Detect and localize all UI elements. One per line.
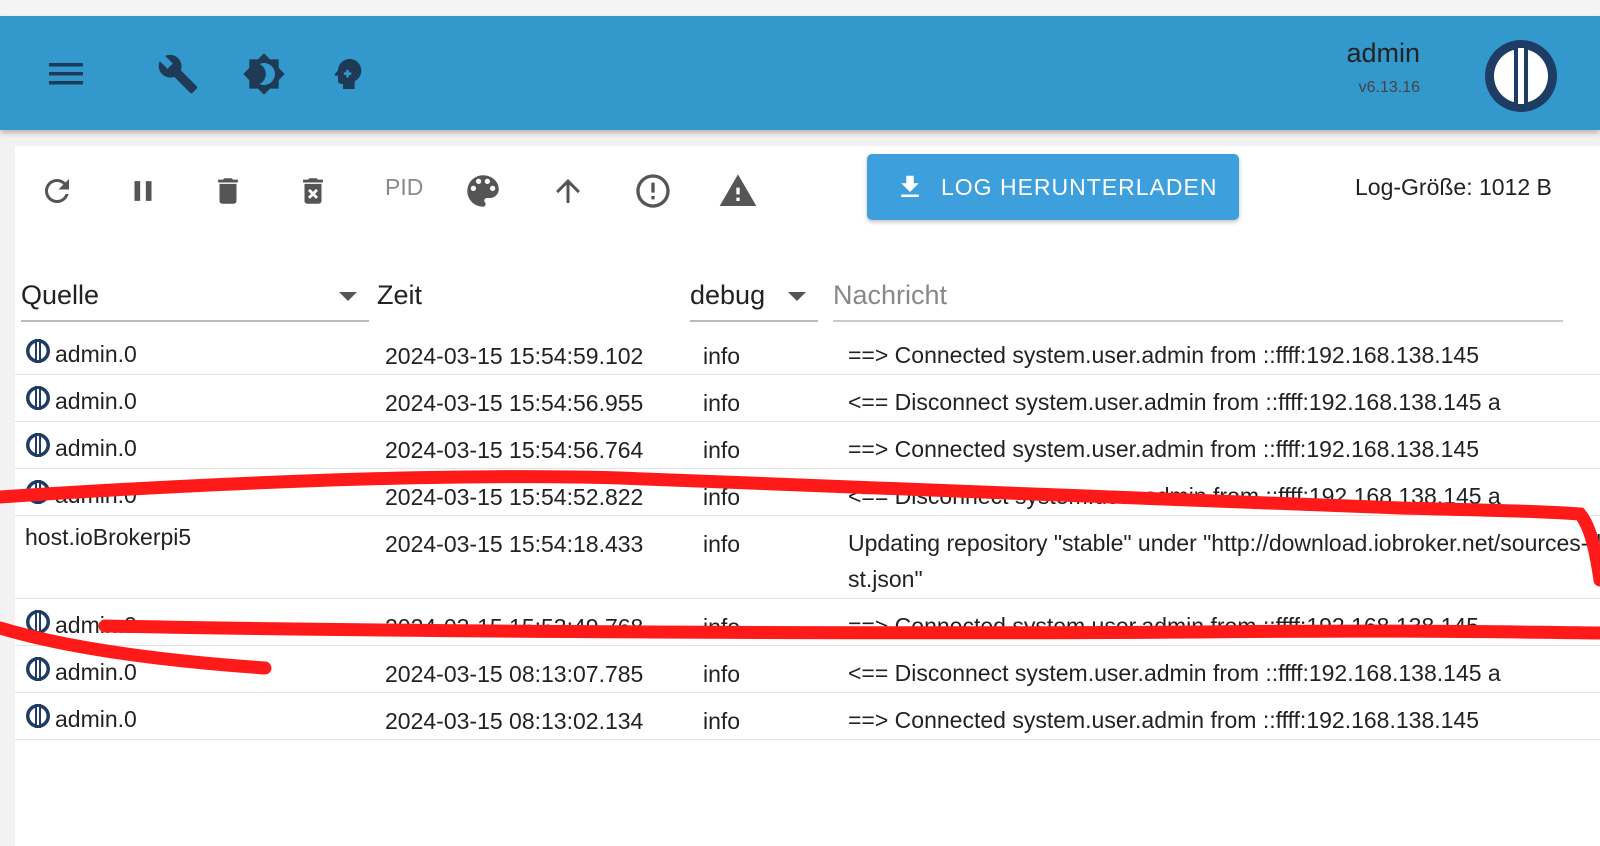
download-icon	[901, 175, 919, 197]
wrench-icon[interactable]	[156, 52, 200, 96]
time-column-header: Zeit	[377, 270, 677, 322]
source-cell: host.ioBrokerpi5	[25, 524, 191, 551]
time-cell: 2024-03-15 08:13:02.134	[385, 708, 644, 734]
pid-toggle[interactable]: PID	[385, 174, 423, 201]
source-cell: admin.0	[25, 432, 137, 464]
delete-icon[interactable]	[205, 168, 251, 214]
time-cell: 2024-03-15 15:54:52.822	[385, 484, 644, 510]
message-cell: <== Disconnect system.user.admin from ::…	[848, 389, 1501, 415]
level-select-value: debug	[690, 279, 766, 310]
level-filter[interactable]: debug	[690, 270, 818, 322]
chevron-down-icon	[788, 292, 806, 301]
source-filter[interactable]: Quelle	[21, 270, 369, 322]
table-row: admin.0 2024-03-15 15:54:56.955 info <== Di…	[15, 375, 1600, 422]
table-row: admin.0 2024-03-15 08:13:07.785 info <== Di…	[15, 646, 1600, 693]
level-cell: info	[703, 661, 741, 687]
chevron-down-icon	[339, 292, 357, 301]
adapter-logo-icon	[25, 479, 51, 511]
delete-forever-icon[interactable]	[290, 168, 336, 214]
level-cell: info	[703, 437, 741, 463]
source-text: host.ioBrokerpi5	[25, 524, 192, 550]
message-cell: <== Disconnect system.user.admin from ::…	[848, 483, 1501, 509]
time-cell: 2024-03-15 15:53:49.768	[385, 614, 644, 640]
table-row: admin.0 2024-03-15 15:54:59.102 info ==> Co…	[15, 328, 1600, 375]
message-cell: ==> Connected system.user.admin from ::f…	[848, 342, 1479, 368]
time-cell: 2024-03-15 08:13:07.785	[385, 661, 644, 687]
source-column-header: Quelle	[21, 279, 100, 310]
table-row: admin.0 2024-03-15 08:13:02.134 info ==> Co…	[15, 693, 1600, 740]
adapter-logo-icon	[25, 385, 51, 417]
adapter-logo-icon	[25, 703, 51, 735]
adapter-logo-icon	[25, 338, 51, 370]
source-text: admin.0	[55, 387, 137, 414]
expert-mode-icon[interactable]	[326, 52, 370, 96]
menu-icon[interactable]	[44, 52, 88, 96]
table-row: host.ioBrokerpi5 2024-03-15 15:54:18.433 i…	[15, 516, 1600, 599]
level-cell: info	[703, 614, 741, 640]
source-cell: admin.0	[25, 385, 137, 417]
adapter-logo-icon	[25, 656, 51, 688]
download-log-label: LOG HERUNTERLADEN	[941, 173, 1218, 200]
time-cell: 2024-03-15 15:54:56.764	[385, 437, 644, 463]
arrow-up-icon[interactable]	[545, 168, 591, 214]
time-cell: 2024-03-15 15:54:18.433	[385, 531, 644, 557]
warning-icon[interactable]	[715, 168, 761, 214]
log-table: admin.0 2024-03-15 15:54:59.102 info ==> Co…	[15, 328, 1600, 740]
time-header-label: Zeit	[377, 279, 423, 310]
table-row: admin.0 2024-03-15 15:54:56.764 info ==> Co…	[15, 422, 1600, 469]
source-text: admin.0	[55, 658, 137, 685]
message-cell: ==> Connected system.user.admin from ::f…	[848, 436, 1479, 462]
user-info: admin v6.13.16	[1346, 38, 1420, 97]
source-cell: admin.0	[25, 656, 137, 688]
message-cell: ==> Connected system.user.admin from ::f…	[848, 613, 1479, 639]
message-cell: ==> Connected system.user.admin from ::f…	[848, 707, 1479, 733]
source-text: admin.0	[55, 705, 137, 732]
log-size: Log-Größe: 1012 B	[1355, 174, 1552, 200]
window-top-strip	[0, 0, 1600, 16]
pause-icon[interactable]	[120, 168, 166, 214]
version-label: v6.13.16	[1358, 79, 1420, 96]
palette-icon[interactable]	[460, 168, 506, 214]
time-cell: 2024-03-15 15:54:59.102	[385, 343, 644, 369]
level-cell: info	[703, 531, 741, 557]
user-name: admin	[1346, 38, 1420, 68]
level-cell: info	[703, 390, 741, 416]
adapter-logo-icon	[25, 432, 51, 464]
table-row: admin.0 2024-03-15 15:53:49.768 info ==> Co…	[15, 599, 1600, 646]
brightness-icon[interactable]	[242, 52, 286, 96]
refresh-icon[interactable]	[34, 168, 80, 214]
source-text: admin.0	[55, 340, 137, 367]
iobroker-logo[interactable]	[1483, 38, 1559, 114]
source-cell: admin.0	[25, 479, 137, 511]
source-cell: admin.0	[25, 703, 137, 735]
log-panel: PID LOG HERUNTERLADEN Log-Größe: 1012 B …	[15, 146, 1600, 846]
source-text: admin.0	[55, 611, 137, 638]
level-cell: info	[703, 343, 741, 369]
table-row: admin.0 2024-03-15 15:54:52.822 info <== Di…	[15, 469, 1600, 516]
source-text: admin.0	[55, 434, 137, 461]
level-cell: info	[703, 484, 741, 510]
time-cell: 2024-03-15 15:54:56.955	[385, 390, 644, 416]
source-cell: admin.0	[25, 338, 137, 370]
message-cell: Updating repository "stable" under "http…	[848, 530, 1600, 592]
message-cell: <== Disconnect system.user.admin from ::…	[848, 660, 1501, 686]
level-cell: info	[703, 708, 741, 734]
source-cell: admin.0	[25, 609, 137, 641]
source-text: admin.0	[55, 481, 137, 508]
adapter-logo-icon	[25, 609, 51, 641]
error-icon[interactable]	[630, 168, 676, 214]
message-placeholder: Nachricht	[833, 279, 948, 310]
download-log-button[interactable]: LOG HERUNTERLADEN	[867, 154, 1239, 220]
message-filter-input[interactable]: Nachricht	[833, 270, 1563, 322]
app-bar: admin v6.13.16	[0, 16, 1600, 130]
